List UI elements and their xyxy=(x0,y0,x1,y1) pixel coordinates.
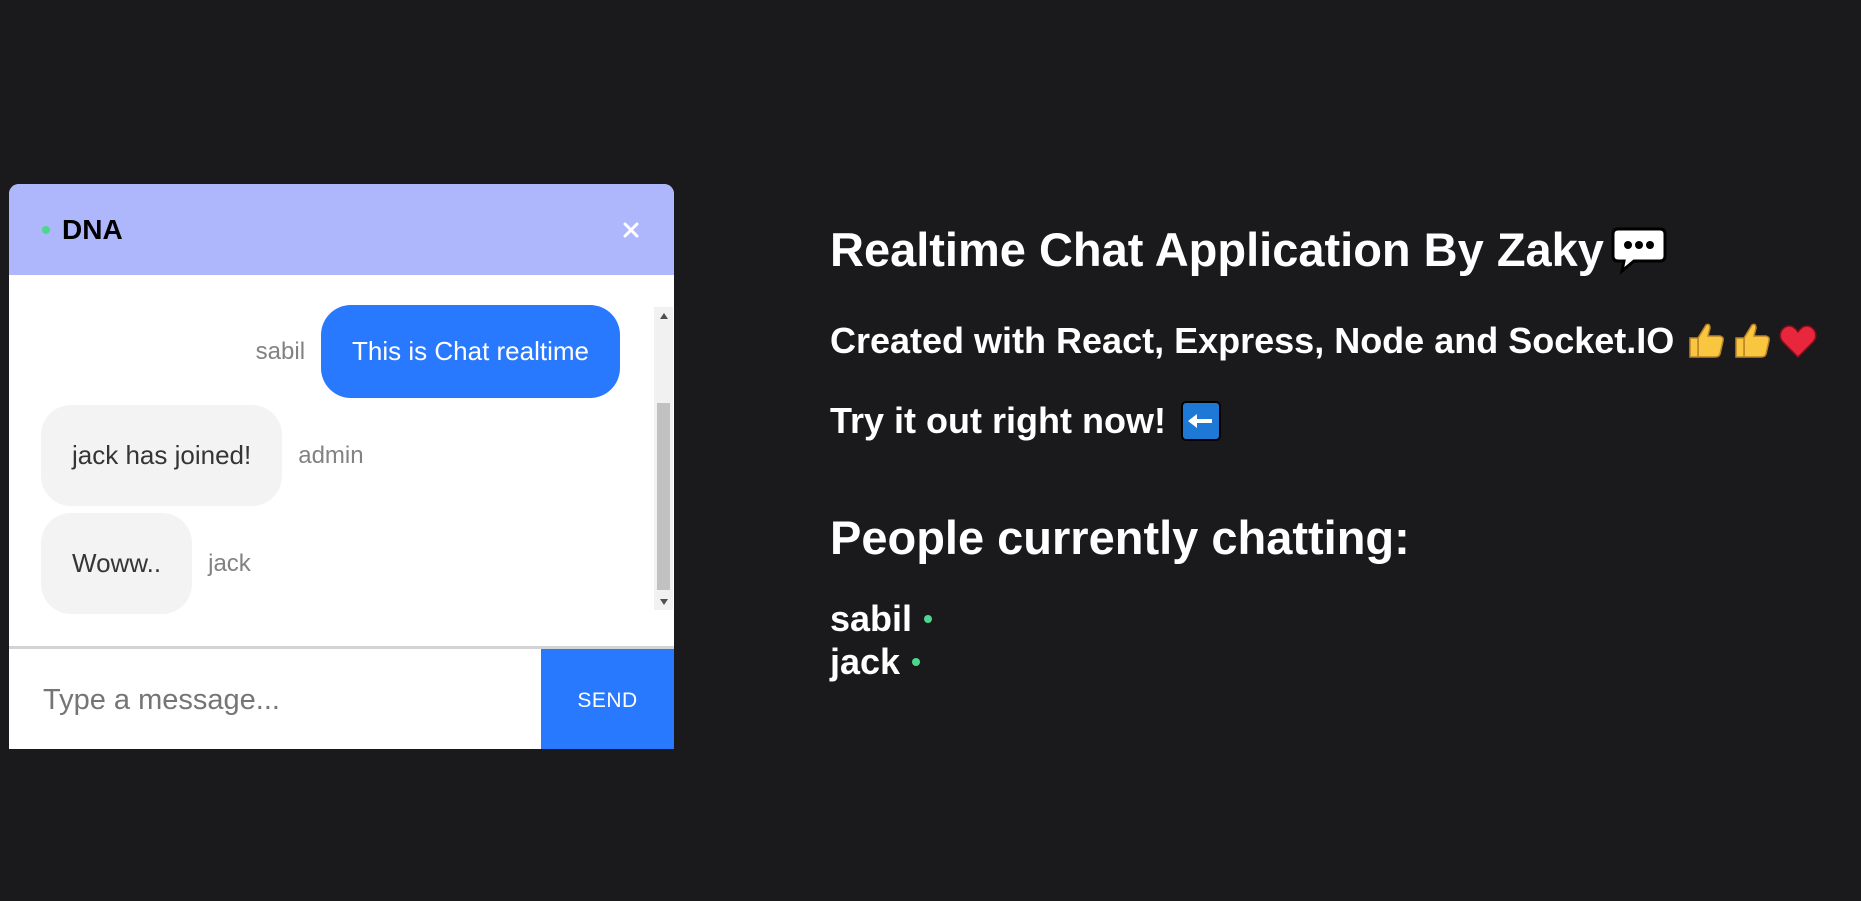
message-bubble: Woww.. xyxy=(41,513,193,614)
list-item: sabil xyxy=(830,597,933,640)
room-name: DNA xyxy=(62,213,123,245)
message-row: jack has joined! admin xyxy=(41,405,364,506)
messages-container: sabil This is Chat realtime jack has joi… xyxy=(9,275,674,631)
message-bubble: This is Chat realtime xyxy=(321,305,620,398)
scrollbar-thumb[interactable] xyxy=(657,403,670,590)
chat-header: DNA xyxy=(9,184,674,275)
left-arrow-icon xyxy=(1180,401,1221,441)
close-icon[interactable] xyxy=(620,219,642,241)
page: DNA sabil This is Chat realtime jack has… xyxy=(0,0,1861,901)
message-text: jack has joined! xyxy=(72,440,252,470)
person-name: sabil xyxy=(830,597,913,639)
speech-bubble-icon xyxy=(1611,227,1667,275)
message-row: sabil This is Chat realtime xyxy=(256,305,620,398)
online-status-icon xyxy=(924,614,933,623)
message-bubble: jack has joined! xyxy=(41,405,283,506)
message-row: Woww.. jack xyxy=(41,513,251,614)
send-button[interactable]: SEND xyxy=(541,649,674,749)
subtitle-text: Created with React, Express, Node and So… xyxy=(830,320,1675,361)
try-line-text: Try it out right now! xyxy=(830,400,1166,441)
heart-icon xyxy=(1779,325,1817,359)
online-status-icon xyxy=(912,657,921,666)
message-sender: admin xyxy=(298,441,364,469)
messages-scrollbar[interactable] xyxy=(654,307,673,610)
subtitle: Created with React, Express, Node and So… xyxy=(830,320,1818,362)
message-text: This is Chat realtime xyxy=(352,336,589,366)
message-sender: sabil xyxy=(255,337,306,365)
scroll-down-arrow-icon[interactable] xyxy=(654,593,673,610)
chat-window: DNA sabil This is Chat realtime jack has… xyxy=(9,184,674,749)
online-status-icon xyxy=(42,225,50,234)
info-panel: Realtime Chat Application By Zaky Create… xyxy=(830,222,1817,682)
try-line: Try it out right now! xyxy=(830,400,1222,442)
message-input[interactable] xyxy=(9,649,541,749)
thumbs-up-icon xyxy=(1689,323,1725,358)
message-text: Woww.. xyxy=(72,548,162,578)
message-sender: jack xyxy=(208,549,251,577)
page-title-text: Realtime Chat Application By Zaky xyxy=(830,223,1604,276)
list-item: jack xyxy=(830,640,932,683)
message-input-bar: SEND xyxy=(9,646,674,749)
person-name: jack xyxy=(830,640,901,682)
page-title: Realtime Chat Application By Zaky xyxy=(830,222,1668,277)
scroll-up-arrow-icon[interactable] xyxy=(654,307,673,324)
people-list: sabil jack xyxy=(830,597,933,683)
thumbs-up-icon xyxy=(1735,323,1771,358)
people-heading: People currently chatting: xyxy=(830,511,1410,564)
